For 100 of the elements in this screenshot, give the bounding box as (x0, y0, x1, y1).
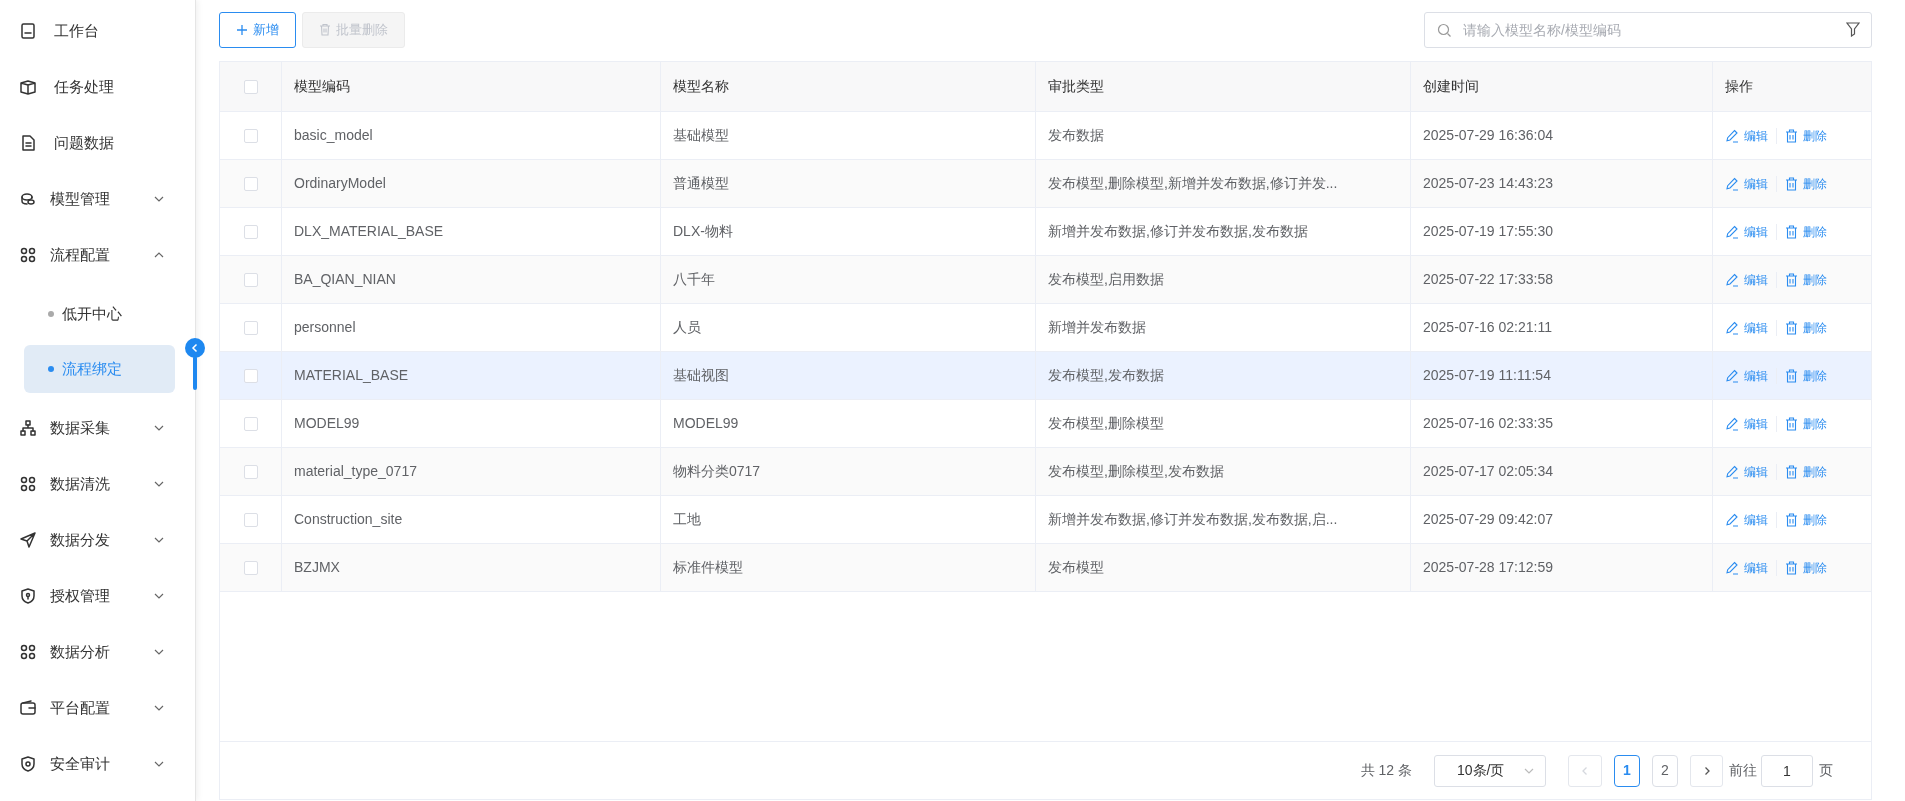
table-row[interactable]: Construction_site 工地 新增并发布数据,修订并发布数据,发布数据,启... 2025-07-29 09:42:07 编辑 删除 (220, 496, 1871, 544)
table-cell-text: 人员 (673, 318, 701, 337)
edit-link[interactable]: 编辑 (1725, 510, 1768, 529)
table-row[interactable]: OrdinaryModel 普通模型 发布模型,删除模型,新增并发布数据,修订并发... 2025-07-23 14:43:23 编辑 删除 (220, 160, 1871, 208)
table-cell-text: OrdinaryModel (294, 174, 386, 193)
table-cell-text: 发布模型,启用数据 (1048, 270, 1164, 289)
delete-link[interactable]: 删除 (1785, 174, 1827, 193)
table-row[interactable]: personnel 人员 新增并发布数据 2025-07-16 02:21:11 编辑 删除 (220, 304, 1871, 352)
checkbox[interactable] (243, 560, 258, 575)
next-page-button[interactable] (1690, 754, 1723, 787)
pencil-icon (1725, 272, 1739, 287)
table-row[interactable]: basic_model 基础模型 发布数据 2025-07-29 16:36:04 编辑 删除 (220, 112, 1871, 160)
trash-icon (1785, 128, 1798, 143)
hierarchy-icon (19, 419, 37, 437)
menu-item[interactable]: 任务处理 (0, 59, 195, 115)
table-row[interactable]: MODEL99 MODEL99 发布模型,删除模型 2025-07-16 02:33:35 编辑 删除 (220, 400, 1871, 448)
document-icon (19, 134, 37, 152)
table-cell-text: 2025-07-19 17:55:30 (1423, 222, 1553, 241)
page-button[interactable]: 1 (1614, 754, 1640, 787)
delete-link[interactable]: 删除 (1785, 414, 1827, 433)
add-button[interactable]: 新增 (219, 11, 296, 48)
checkbox[interactable] (243, 128, 258, 143)
edit-link[interactable]: 编辑 (1725, 558, 1768, 577)
edit-link[interactable]: 编辑 (1725, 174, 1768, 193)
checkbox[interactable] (243, 224, 258, 239)
menu-item[interactable]: 数据采集 (0, 400, 195, 456)
edit-link[interactable]: 编辑 (1725, 222, 1768, 241)
database-icon (19, 190, 37, 208)
table-row[interactable]: BA_QIAN_NIAN 八千年 发布模型,启用数据 2025-07-22 17:33:58 编辑 删除 (220, 256, 1871, 304)
menu-item[interactable]: 安全审计 (0, 736, 195, 792)
menu-item[interactable]: 数据清洗 (0, 456, 195, 512)
table-cell-text: 2025-07-28 17:12:59 (1423, 558, 1553, 577)
page-number-field[interactable]: 1 (1761, 754, 1813, 787)
trash-icon (1785, 464, 1798, 479)
edit-link[interactable]: 编辑 (1725, 270, 1768, 289)
checkbox[interactable] (243, 416, 258, 431)
pencil-icon (1725, 176, 1739, 191)
pencil-icon (1725, 464, 1739, 479)
table-row[interactable]: MATERIAL_BASE 基础视图 发布模型,发布数据 2025-07-19 11:11:54 编辑 删除 (220, 352, 1871, 400)
menu-item[interactable]: 数据分发 (0, 512, 195, 568)
table-cell-text: 基础视图 (673, 366, 729, 385)
delete-link[interactable]: 删除 (1785, 510, 1827, 529)
menu-item[interactable]: 授权管理 (0, 568, 195, 624)
menu-item[interactable]: 流程配置 (0, 227, 195, 283)
delete-link[interactable]: 删除 (1785, 270, 1827, 289)
checkbox[interactable] (243, 79, 258, 94)
page-button[interactable]: 2 (1652, 754, 1678, 787)
table-cell-text: 物料分类0717 (673, 462, 761, 481)
edit-link[interactable]: 编辑 (1725, 318, 1768, 337)
menu-item[interactable]: 问题数据 (0, 115, 195, 171)
shield-icon (19, 755, 37, 773)
checkbox[interactable] (243, 272, 258, 287)
checkbox[interactable] (243, 464, 258, 479)
menu-item[interactable]: 模型管理 (0, 171, 195, 227)
page-size-select[interactable]: 10条/页 (1434, 754, 1546, 787)
delete-link[interactable]: 删除 (1785, 366, 1827, 385)
checkbox[interactable] (243, 176, 258, 191)
grid-icon (19, 246, 37, 264)
search-field[interactable]: 请输入模型名称/模型编码 (1424, 11, 1872, 48)
table-row[interactable]: material_type_0717 物料分类0717 发布模型,删除模型,发布数据 2025-07-17 02:05:34 编辑 删除 (220, 448, 1871, 496)
filter-icon[interactable] (1846, 21, 1860, 37)
chevron-left-icon (1580, 765, 1590, 776)
table-cell-text: 2025-07-17 02:05:34 (1423, 462, 1553, 481)
edit-link[interactable]: 编辑 (1725, 414, 1768, 433)
box-icon (19, 78, 37, 96)
edit-link[interactable]: 编辑 (1725, 126, 1768, 145)
submenu-item[interactable]: 低开中心 (24, 290, 175, 338)
table-cell-text: 发布模型 (1048, 558, 1104, 577)
table-cell-text: personnel (294, 318, 356, 337)
table-cell-text: material_type_0717 (294, 462, 417, 481)
menu-item[interactable]: 平台配置 (0, 680, 195, 736)
edit-link[interactable]: 编辑 (1725, 366, 1768, 385)
column-header: 审批类型 (1048, 77, 1104, 96)
collapse-button[interactable] (185, 338, 205, 358)
grid-icon (19, 475, 37, 493)
table-cell-text: 八千年 (673, 270, 715, 289)
delete-link[interactable]: 删除 (1785, 126, 1827, 145)
checkbox[interactable] (243, 368, 258, 383)
trash-icon (1785, 176, 1798, 191)
table-cell-text: 2025-07-23 14:43:23 (1423, 174, 1553, 193)
checkbox[interactable] (243, 320, 258, 335)
trash-icon (1785, 416, 1798, 431)
table-row[interactable]: BZJMX 标准件模型 发布模型 2025-07-28 17:12:59 编辑 删除 (220, 544, 1871, 592)
delete-link[interactable]: 删除 (1785, 558, 1827, 577)
table-cell-text: 2025-07-29 09:42:07 (1423, 510, 1553, 529)
menu-item[interactable]: 工作台 (0, 3, 195, 59)
table-cell-text: Construction_site (294, 510, 403, 529)
table-row[interactable]: DLX_MATERIAL_BASE DLX-物料 新增并发布数据,修订并发布数据,发布数据 2025-07-19 17:55:30 编辑 删除 (220, 208, 1871, 256)
table-cell-text: 2025-07-22 17:33:58 (1423, 270, 1553, 289)
delete-link[interactable]: 删除 (1785, 462, 1827, 481)
delete-link[interactable]: 删除 (1785, 318, 1827, 337)
table-cell-text: 发布数据 (1048, 126, 1104, 145)
pencil-icon (1725, 128, 1739, 143)
edit-link[interactable]: 编辑 (1725, 462, 1768, 481)
table-cell-text: MATERIAL_BASE (294, 366, 409, 385)
table-cell-text: MODEL99 (673, 414, 739, 433)
shield-icon (19, 587, 37, 605)
checkbox[interactable] (243, 512, 258, 527)
delete-link[interactable]: 删除 (1785, 222, 1827, 241)
menu-item[interactable]: 数据分析 (0, 624, 195, 680)
